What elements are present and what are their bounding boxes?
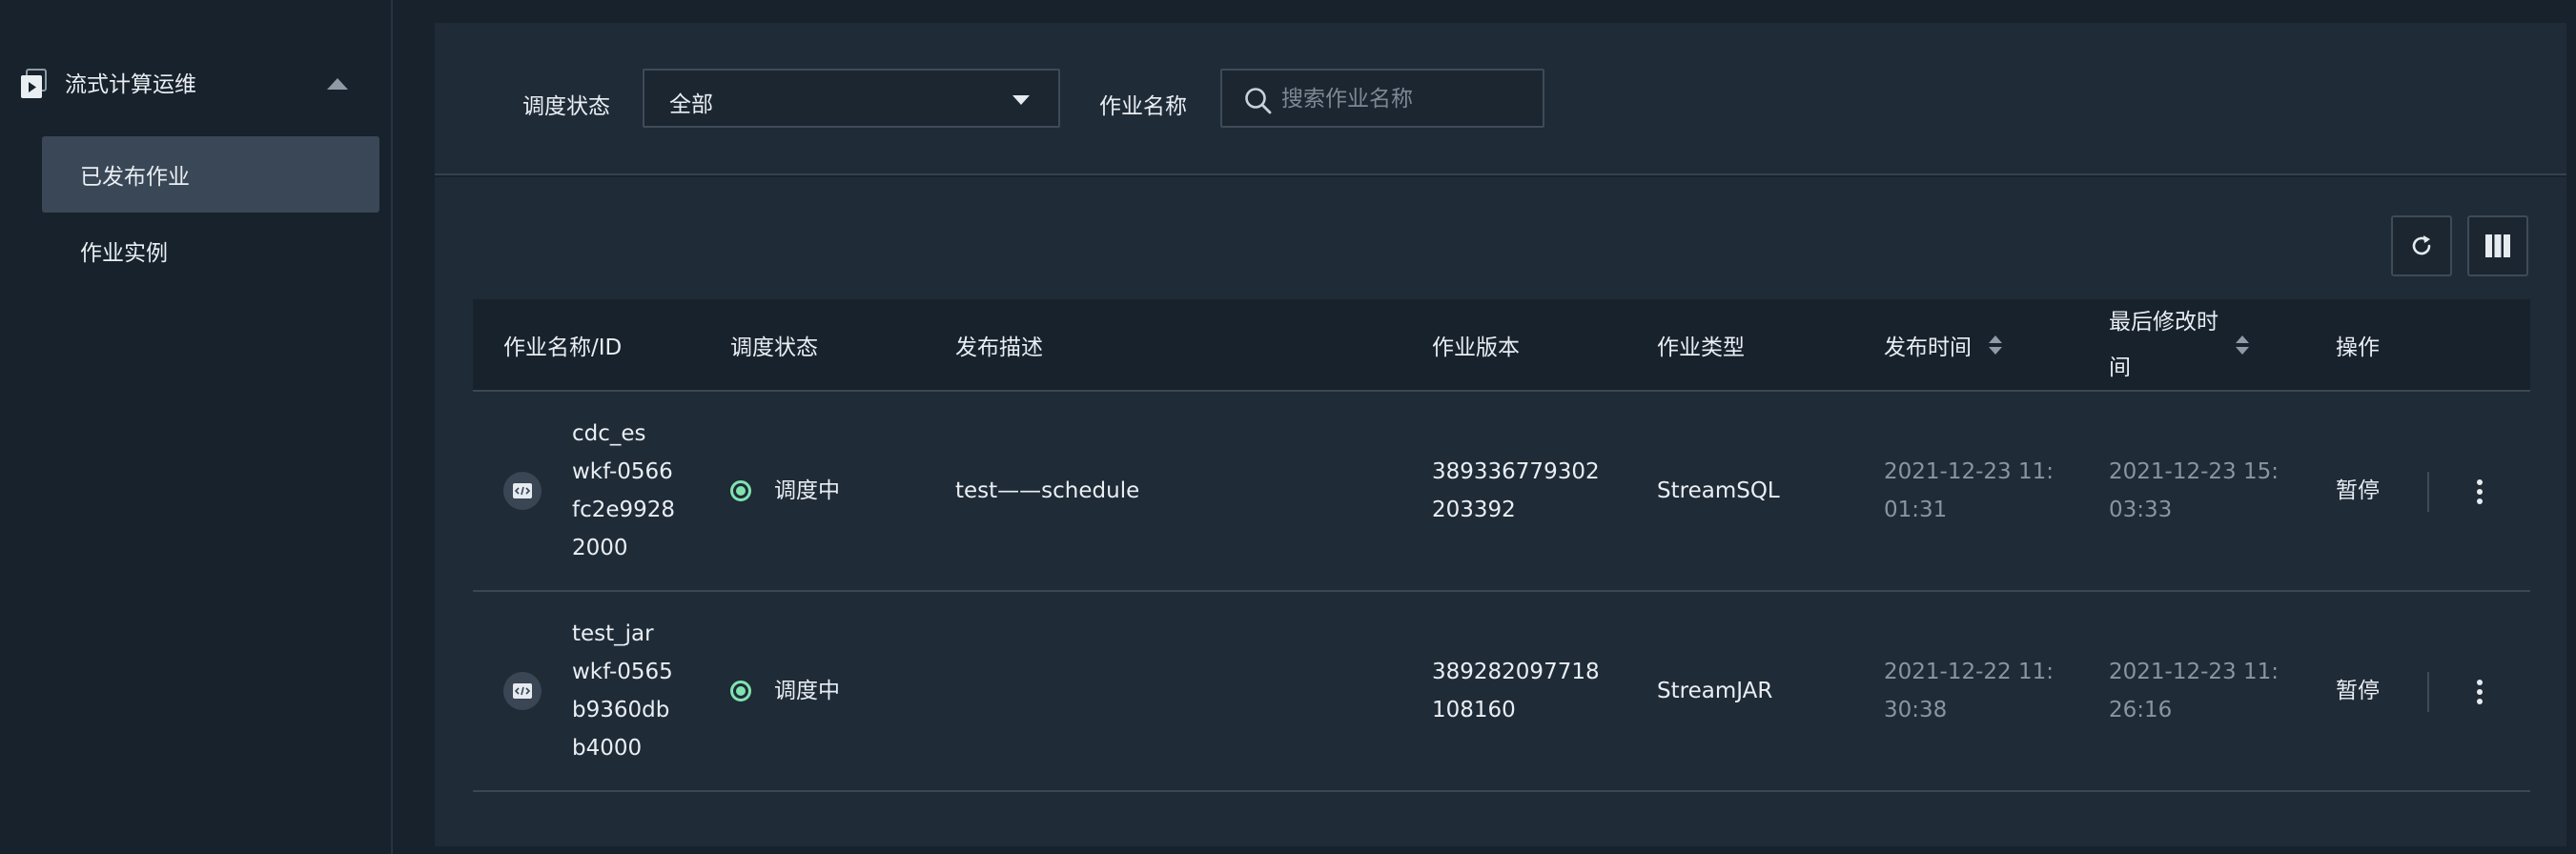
divider [2427,472,2429,512]
job-name-id[interactable]: cdc_es wkf-0566 fc2e9928 2000 [572,392,686,590]
more-options-icon[interactable] [2465,474,2494,510]
published-time-cell: 2021-12-22 11: 30:38 [1884,660,2054,722]
divider [2427,672,2429,712]
table-header: 作业名称/ID 调度状态 发布描述 作业版本 作业类型 发布时间 最后修改时 间… [473,299,2530,392]
column-header-actions: 操作 [2336,335,2380,360]
collapse-caret-icon[interactable] [327,78,348,90]
column-header-name: 作业名称/ID [503,335,623,360]
version-cell: 389282097718 108160 [1432,660,1600,722]
more-options-icon[interactable] [2465,674,2494,710]
jobs-table: 作业名称/ID 调度状态 发布描述 作业版本 作业类型 发布时间 最后修改时 间… [473,299,2530,792]
sidebar: 流式计算运维 已发布作业 作业实例 [0,0,393,854]
filter-panel: 调度状态 全部 作业名称 [435,23,2566,175]
pause-button[interactable]: 暂停 [2336,392,2380,590]
description-cell: test——schedule [955,478,1140,503]
published-time-cell: 2021-12-23 11: 01:31 [1884,459,2054,522]
column-header-modified-time[interactable]: 最后修改时 间 [2109,299,2249,390]
column-header-type: 作业类型 [1657,335,1745,360]
sidebar-group-label: 流式计算运维 [65,72,196,97]
status-cell: 调度中 [730,392,840,590]
table-panel: 作业名称/ID 调度状态 发布描述 作业版本 作业类型 发布时间 最后修改时 间… [435,177,2566,846]
status-cell: 调度中 [730,592,840,790]
status-text: 调度中 [774,679,840,703]
job-name-id[interactable]: test_jar wkf-0565 b9360db b4000 [572,592,686,790]
name-filter-label: 作业名称 [1099,94,1187,119]
sort-icon[interactable] [2236,335,2249,356]
status-text: 调度中 [774,478,840,503]
status-select[interactable]: 全部 [643,69,1060,128]
chevron-down-icon [1012,95,1030,105]
code-icon [503,472,542,510]
modified-time-cell: 2021-12-23 11: 26:16 [2109,660,2279,722]
table-row: test_jar wkf-0565 b9360db b4000 调度中 3892… [473,592,2530,792]
pause-button[interactable]: 暂停 [2336,592,2380,790]
type-cell: StreamJAR [1657,679,1773,703]
status-select-value: 全部 [669,92,713,117]
table-row: cdc_es wkf-0566 fc2e9928 2000 调度中 test——… [473,392,2530,592]
status-filter-label: 调度状态 [522,94,610,119]
column-header-published-time[interactable]: 发布时间 [1884,299,2002,390]
code-icon [503,672,542,710]
refresh-button[interactable] [2391,215,2452,276]
type-cell: StreamSQL [1657,478,1780,503]
sidebar-item-published-jobs[interactable]: 已发布作业 [42,136,379,213]
refresh-icon [2412,235,2431,255]
columns-icon [2485,234,2510,257]
stream-compute-icon [21,69,47,98]
search-input[interactable] [1281,80,1529,118]
column-header-status: 调度状态 [730,335,818,360]
column-settings-button[interactable] [2467,215,2528,276]
version-cell: 389336779302 203392 [1432,459,1600,522]
sort-icon[interactable] [1989,335,2002,356]
sidebar-item-label: 已发布作业 [80,165,190,190]
search-box[interactable] [1220,69,1544,128]
status-running-icon [730,681,751,702]
sidebar-group-stream-ops[interactable]: 流式计算运维 [0,57,393,112]
modified-time-cell: 2021-12-23 15: 03:33 [2109,459,2279,522]
sidebar-item-label: 作业实例 [80,241,168,266]
column-header-version: 作业版本 [1432,335,1520,360]
status-running-icon [730,480,751,501]
sidebar-item-job-instances[interactable]: 作业实例 [42,213,379,289]
column-header-description: 发布描述 [955,335,1043,360]
search-icon [1245,88,1272,114]
